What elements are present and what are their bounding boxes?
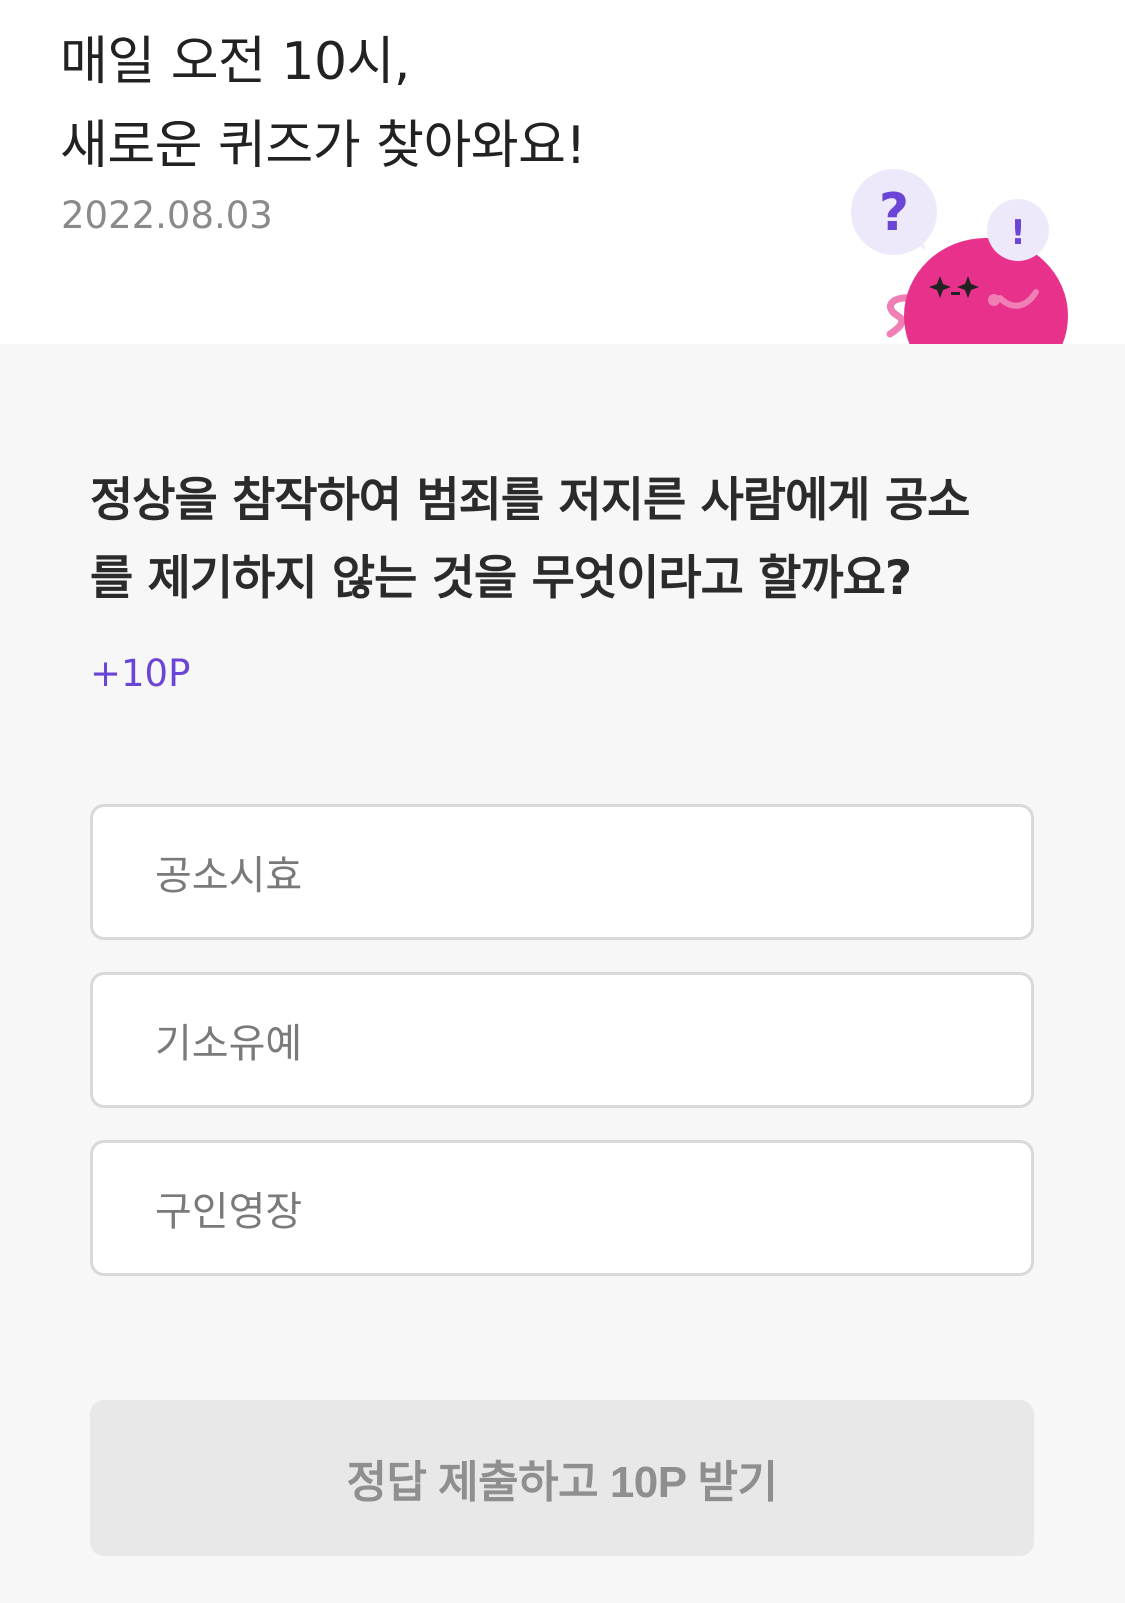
answer-option-2[interactable]: 기소유예 (90, 972, 1034, 1108)
quiz-date: 2022.08.03 (61, 194, 273, 237)
quiz-question: 정상을 참작하여 범죄를 저지른 사람에게 공소 를 제기하지 않는 것을 무엇… (90, 462, 1040, 618)
answer-option-1[interactable]: 공소시효 (90, 804, 1034, 940)
question-line-2: 를 제기하지 않는 것을 무엇이라고 할까요? (90, 551, 912, 606)
title-line-2: 새로운 퀴즈가 찾아와요! (60, 116, 586, 176)
exclamation-bubble-icon: ! (987, 199, 1049, 261)
question-line-1: 정상을 참작하여 범죄를 저지른 사람에게 공소 (90, 473, 970, 528)
header: 매일 오전 10시, 새로운 퀴즈가 찾아와요! 2022.08.03 ? ! (0, 0, 1125, 344)
svg-text:!: ! (1010, 213, 1026, 253)
title-line-1: 매일 오전 10시, (60, 32, 410, 92)
svg-text:?: ? (879, 183, 909, 243)
answer-options: 공소시효 기소유예 구인영장 (90, 804, 1034, 1308)
submit-answer-button[interactable]: 정답 제출하고 10P 받기 (90, 1400, 1034, 1556)
answer-option-3[interactable]: 구인영장 (90, 1140, 1034, 1276)
reward-points: +10P (90, 652, 191, 695)
quiz-mascot-illustration: ? ! (851, 169, 1068, 344)
question-text: 정상을 참작하여 범죄를 저지른 사람에게 공소 를 제기하지 않는 것을 무엇… (90, 462, 1040, 618)
page-title: 매일 오전 10시, 새로운 퀴즈가 찾아와요! (60, 20, 586, 188)
question-bubble-icon: ? (851, 169, 937, 255)
